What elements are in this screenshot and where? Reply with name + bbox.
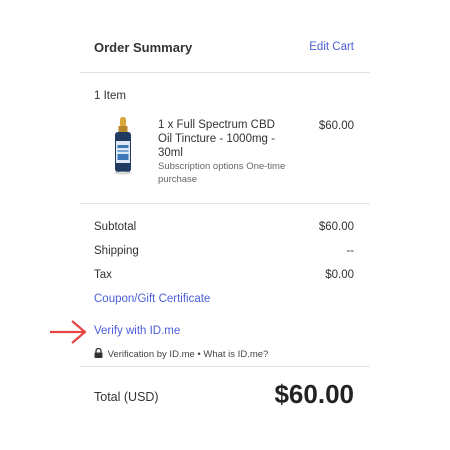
separator-dot: •: [197, 349, 201, 360]
divider: [80, 72, 370, 73]
tax-value: $0.00: [325, 269, 354, 281]
shipping-label: Shipping: [94, 245, 139, 257]
item-price: $60.00: [318, 120, 354, 132]
shipping-value: --: [346, 245, 354, 257]
subtotal-value: $60.00: [318, 221, 354, 233]
subtotal-label: Subtotal: [94, 221, 137, 233]
item-options: Subscription options One-time purchase: [158, 161, 286, 185]
coupon-gift-certificate-link[interactable]: Coupon/Gift Certificate: [94, 293, 210, 305]
tax-label: Tax: [94, 269, 112, 281]
lock-icon: [94, 347, 103, 358]
order-summary-panel: Order Summary Edit Cart 1 Item 1 x Full …: [80, 0, 370, 450]
idme-verification-row: Verification by ID.me • What is ID.me?: [94, 347, 268, 360]
order-summary-title: Order Summary: [94, 40, 193, 55]
edit-cart-link[interactable]: Edit Cart: [309, 41, 354, 53]
verify-idme-link[interactable]: Verify with ID.me: [94, 325, 180, 337]
verification-text: Verification by ID.me: [107, 349, 195, 360]
total-value: $60.00: [274, 379, 354, 409]
item-name: 1 x Full Spectrum CBD Oil Tincture - 100…: [158, 119, 275, 159]
what-is-idme-link[interactable]: What is ID.me?: [203, 349, 268, 360]
divider: [80, 203, 370, 204]
tincture-bottle-icon: [114, 117, 132, 175]
total-label: Total (USD): [94, 390, 159, 404]
divider: [80, 366, 370, 367]
item-count: 1 Item: [94, 90, 126, 102]
